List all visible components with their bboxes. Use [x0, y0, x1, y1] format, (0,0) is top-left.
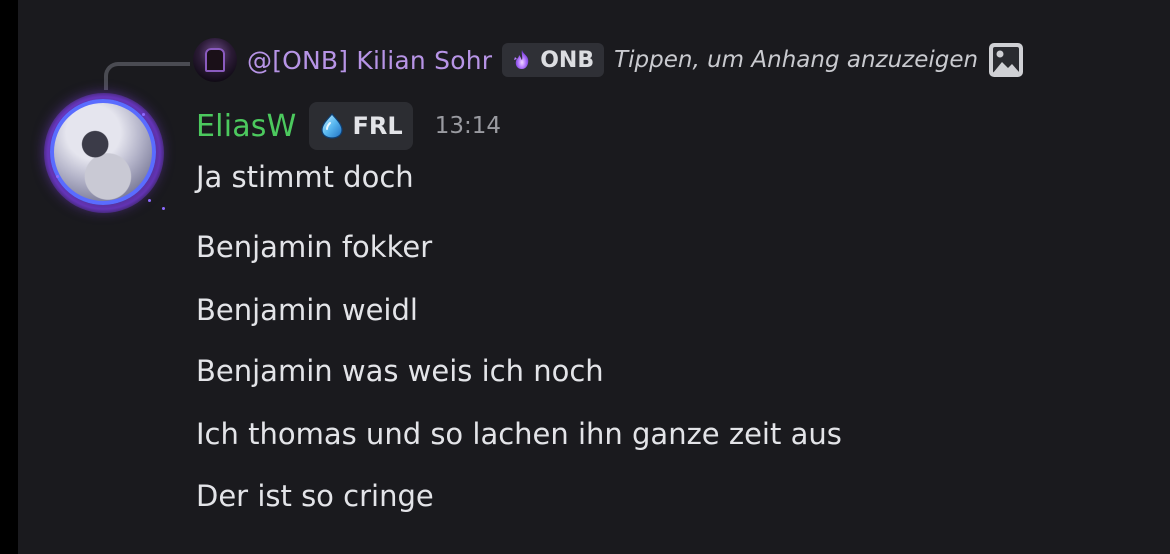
reply-author[interactable]: @[ONB] Kilian Sohr — [247, 46, 492, 75]
reply-clan-tag-label: ONB — [540, 47, 595, 73]
blue-droplet-icon — [320, 113, 343, 139]
message-line: Der ist so cringe — [196, 479, 434, 513]
message-header: EliasW FRL 13:14 — [196, 102, 501, 150]
message-timestamp[interactable]: 13:14 — [435, 113, 501, 139]
reply-preview-text[interactable]: Tippen, um Anhang anzuzeigen — [614, 47, 978, 73]
message-line: Benjamin fokker — [196, 230, 433, 264]
reply-clan-tag[interactable]: ONB — [502, 43, 605, 77]
reply-connector — [104, 62, 190, 90]
reply-reference[interactable]: @[ONB] Kilian Sohr ONB Tippen, um Anhang… — [193, 38, 1024, 82]
purple-flame-icon — [514, 50, 529, 69]
image-icon[interactable] — [988, 42, 1024, 78]
message-line: Benjamin weidl — [196, 293, 418, 327]
window-edge — [0, 0, 18, 554]
user-avatar[interactable] — [44, 93, 165, 213]
chat-viewport: @[ONB] Kilian Sohr ONB Tippen, um Anhang… — [0, 0, 1170, 554]
clan-tag-label: FRL — [352, 112, 403, 140]
avatar-sparkle — [148, 199, 151, 202]
avatar-sparkle — [56, 175, 59, 178]
avatar-sparkle — [142, 113, 145, 116]
clan-tag[interactable]: FRL — [308, 102, 413, 150]
avatar-sparkle — [162, 207, 165, 210]
message-line: Benjamin was weis ich noch — [196, 354, 604, 388]
reply-avatar[interactable] — [193, 38, 237, 82]
message-line: Ich thomas und so lachen ihn ganze zeit … — [196, 417, 842, 451]
avatar[interactable] — [50, 99, 156, 205]
username[interactable]: EliasW — [196, 109, 297, 144]
message-line: Ja stimmt doch — [196, 160, 414, 194]
